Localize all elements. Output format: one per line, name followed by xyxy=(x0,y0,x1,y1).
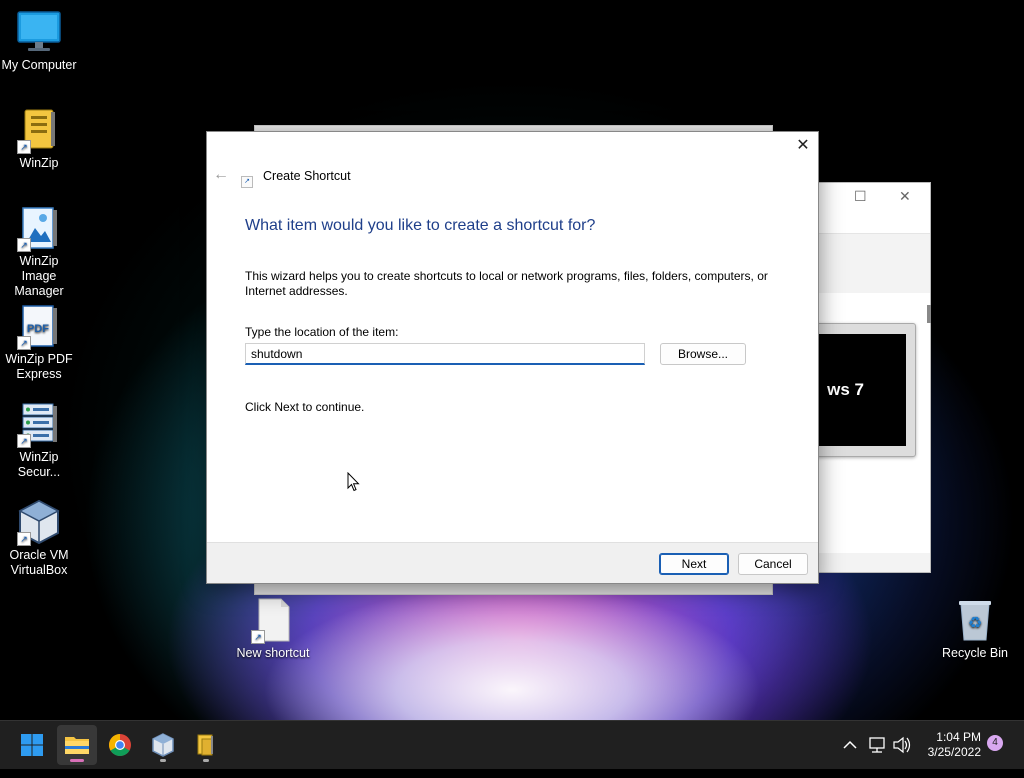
desktop-icon-winzip-pdf-express[interactable]: PDF ↗ WinZip PDF Express xyxy=(1,302,77,382)
pdf-icon-text: PDF xyxy=(27,323,49,335)
desktop-icon-winzip[interactable]: ↗ WinZip xyxy=(1,106,77,171)
desktop-icon-winzip-image-manager[interactable]: ↗ WinZip Image Manager xyxy=(1,204,77,299)
back-arrow-icon: ← xyxy=(213,166,229,183)
blank-file-icon: ↗ xyxy=(249,596,297,644)
dialog-heading: What item would you like to create a sho… xyxy=(245,217,596,234)
desktop-icon-label: WinZip Secur... xyxy=(17,450,61,479)
monitor-icon xyxy=(15,8,63,56)
show-hidden-icons-button[interactable] xyxy=(840,721,860,769)
desktop-icon-label: My Computer xyxy=(1,58,77,72)
desktop-icon-winzip-secure[interactable]: ↗ WinZip Secur... xyxy=(1,400,77,480)
shortcut-icon: ↗ xyxy=(241,176,253,188)
desktop-icon-recycle-bin[interactable]: ♻ Recycle Bin xyxy=(936,596,1014,661)
monitor-screen-text: ws 7 xyxy=(827,380,864,399)
network-button[interactable] xyxy=(866,721,888,769)
desktop-icon-new-shortcut[interactable]: ↗ New shortcut xyxy=(234,596,312,661)
browse-button[interactable]: Browse... xyxy=(660,343,746,365)
windows-logo-icon xyxy=(21,734,43,756)
close-icon[interactable]: ✕ xyxy=(899,189,911,205)
desktop-icon-label: WinZip PDF Express xyxy=(5,352,73,381)
virtualbox-icon: ↗ xyxy=(15,498,63,546)
dialog-footer: Next Cancel xyxy=(207,542,818,583)
shortcut-arrow-icon: ↗ xyxy=(251,630,265,644)
shortcut-arrow-icon: ↗ xyxy=(17,532,31,546)
taskbar-winzip[interactable] xyxy=(186,725,226,765)
cancel-button[interactable]: Cancel xyxy=(738,553,808,575)
image-manager-icon: ↗ xyxy=(15,204,63,252)
clock[interactable]: 1:04 PM 3/25/2022 xyxy=(905,730,981,778)
maximize-icon[interactable]: ☐ xyxy=(854,189,867,205)
chevron-up-icon xyxy=(843,740,857,749)
taskbar-virtualbox[interactable] xyxy=(143,725,183,765)
notification-badge[interactable]: 4 xyxy=(987,735,1003,751)
shortcut-arrow-icon: ↗ xyxy=(17,238,31,252)
monitor-illustration: ws 7 xyxy=(809,323,916,457)
running-indicator xyxy=(203,759,209,762)
taskbar-file-explorer[interactable] xyxy=(57,725,97,765)
active-indicator xyxy=(70,759,84,762)
monitor-screen: ws 7 xyxy=(810,334,906,446)
network-icon xyxy=(869,737,885,753)
desktop: My Computer ↗ WinZip ↗ WinZip Image Mana… xyxy=(0,0,1024,720)
background-window[interactable]: ☐ ✕ ws 7 xyxy=(809,182,931,573)
dialog-title: Create Shortcut xyxy=(263,169,351,183)
desktop-icon-virtualbox[interactable]: ↗ Oracle VM VirtualBox xyxy=(1,498,77,578)
location-input[interactable] xyxy=(245,343,645,365)
create-shortcut-dialog: ✕ ← ↗ Create Shortcut What item would yo… xyxy=(206,131,819,584)
continue-text: Click Next to continue. xyxy=(245,400,365,414)
dialog-intro-text: This wizard helps you to create shortcut… xyxy=(245,269,768,298)
next-button[interactable]: Next xyxy=(659,553,729,575)
pdf-icon: PDF ↗ xyxy=(15,302,63,350)
close-button[interactable]: ✕ xyxy=(788,132,818,160)
running-indicator xyxy=(160,759,166,762)
server-stack-icon: ↗ xyxy=(15,400,63,448)
mouse-cursor-icon xyxy=(347,471,361,495)
shortcut-arrow-icon: ↗ xyxy=(17,434,31,448)
desktop-icon-label: Oracle VM VirtualBox xyxy=(9,548,69,577)
desktop-icon-my-computer[interactable]: My Computer xyxy=(1,8,77,73)
desktop-icon-label: WinZip Image Manager xyxy=(14,254,64,298)
clock-time: 1:04 PM xyxy=(936,730,981,744)
scrollbar-thumb[interactable] xyxy=(927,305,931,323)
shortcut-arrow-icon: ↗ xyxy=(17,140,31,154)
start-button[interactable] xyxy=(12,725,52,765)
chrome-icon xyxy=(109,734,131,756)
shortcut-arrow-icon: ↗ xyxy=(17,336,31,350)
winzip-icon: ↗ xyxy=(15,106,63,154)
back-button[interactable]: ← xyxy=(213,166,229,184)
close-icon: ✕ xyxy=(796,137,810,154)
taskbar: 1:04 PM 3/25/2022 xyxy=(0,720,1024,769)
desktop-icon-label: New shortcut xyxy=(236,646,310,660)
desktop-icon-label: Recycle Bin xyxy=(942,646,1008,660)
recycle-bin-icon: ♻ xyxy=(951,596,999,644)
location-label: Type the location of the item: xyxy=(245,325,399,339)
svg-text:♻: ♻ xyxy=(968,613,982,632)
clock-date: 3/25/2022 xyxy=(927,745,981,759)
background-window-titlebar: ☐ ✕ xyxy=(819,183,930,234)
desktop-icon-label: WinZip xyxy=(19,156,59,170)
taskbar-chrome[interactable] xyxy=(100,725,140,765)
